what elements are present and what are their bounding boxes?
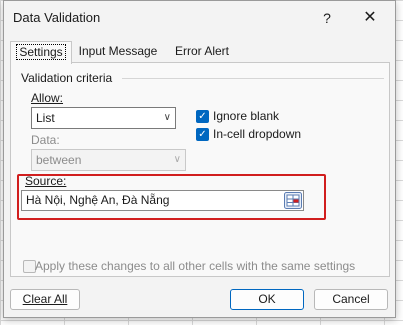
data-dropdown: between ∨: [31, 149, 186, 171]
cancel-button[interactable]: Cancel: [314, 289, 388, 310]
title-bar: Data Validation ? ✕: [4, 1, 395, 35]
close-button[interactable]: ✕: [356, 7, 384, 29]
ok-button[interactable]: OK: [230, 289, 304, 310]
allow-value: List: [36, 111, 55, 125]
settings-panel: Validation criteria Allow: List ∨ ✓ Igno…: [10, 62, 390, 277]
allow-dropdown[interactable]: List ∨: [31, 107, 176, 129]
chevron-down-icon: ∨: [163, 112, 171, 123]
tab-error-alert[interactable]: Error Alert: [166, 41, 238, 62]
clear-all-button[interactable]: Clear All: [10, 289, 80, 310]
ignore-blank-label: Ignore blank: [213, 109, 280, 123]
validation-criteria-heading: Validation criteria: [21, 71, 113, 85]
allow-label: Allow:: [31, 91, 64, 105]
data-label: Data:: [31, 133, 60, 147]
data-value: between: [36, 153, 82, 167]
data-validation-dialog: Data Validation ? ✕ Settings Input Messa…: [3, 0, 396, 318]
help-button[interactable]: ?: [316, 7, 338, 29]
source-highlight-box: [17, 174, 326, 220]
ignore-blank-checkbox[interactable]: ✓: [196, 110, 209, 123]
in-cell-dropdown-label: In-cell dropdown: [213, 127, 302, 141]
group-divider: [122, 78, 384, 79]
tab-input-message[interactable]: Input Message: [74, 41, 162, 62]
dialog-title: Data Validation: [13, 10, 101, 25]
tab-settings-label: Settings: [16, 44, 66, 60]
apply-all-label: Apply these changes to all other cells w…: [35, 259, 356, 273]
chevron-down-icon: ∨: [173, 154, 181, 165]
clear-all-label: Clear All: [22, 292, 68, 306]
tab-settings[interactable]: Settings: [10, 41, 72, 64]
in-cell-dropdown-checkbox[interactable]: ✓: [196, 128, 209, 141]
